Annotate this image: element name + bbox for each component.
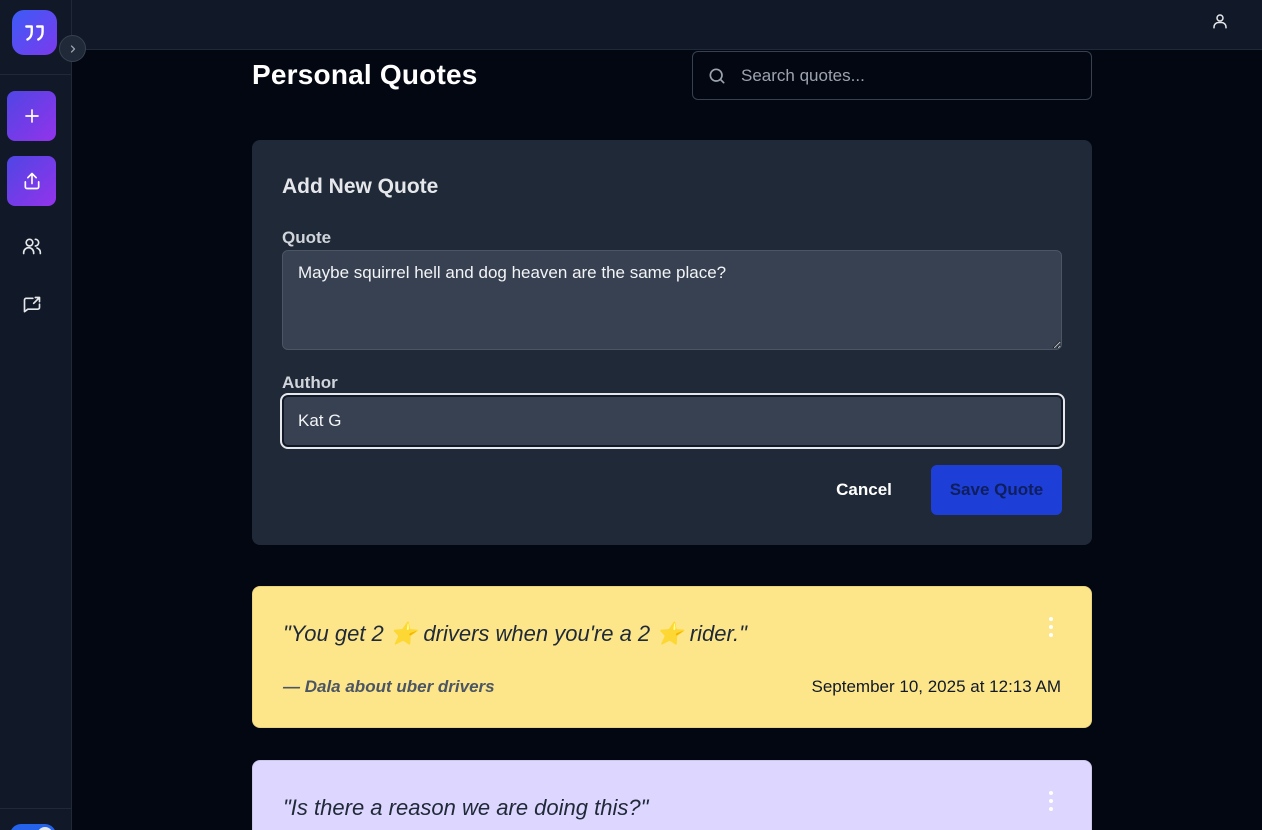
quote-date: September 10, 2025 at 12:13 AM [811, 677, 1061, 696]
author-input[interactable] [280, 393, 1065, 449]
upload-icon [24, 172, 40, 190]
kebab-dot [1049, 625, 1053, 629]
quote-text: "Is there a reason we are doing this?" [283, 795, 649, 820]
page-title: Personal Quotes [252, 59, 478, 90]
app-logo[interactable] [12, 10, 57, 55]
theme-toggle[interactable] [10, 824, 56, 830]
search-box [692, 51, 1092, 100]
sidebar-divider [0, 74, 72, 75]
more-options-button[interactable] [1043, 617, 1059, 637]
quote-label: Quote [282, 228, 332, 247]
save-quote-button[interactable]: Save Quote [931, 465, 1062, 515]
search-icon [709, 68, 725, 84]
form-title: Add New Quote [282, 175, 439, 198]
kebab-dot [1049, 617, 1053, 621]
plus-icon [24, 109, 39, 123]
user-icon [1213, 14, 1227, 29]
export-chat-button[interactable] [16, 289, 48, 321]
kebab-dot [1049, 807, 1053, 811]
quote-author: — Dala about uber drivers [283, 677, 495, 696]
quote-textarea[interactable] [282, 250, 1062, 350]
sidebar [0, 0, 72, 830]
sidebar-bottom-divider [0, 808, 72, 809]
add-quote-form: Add New Quote Quote Author Cancel Save Q… [252, 140, 1092, 545]
more-options-button[interactable] [1043, 791, 1059, 811]
message-share-icon [23, 296, 41, 313]
quote-marks-icon [24, 24, 44, 41]
kebab-dot [1049, 791, 1053, 795]
kebab-dot [1049, 633, 1053, 637]
kebab-dot [1049, 799, 1053, 803]
quote-text: "You get 2 ⭐ drivers when you're a 2 ⭐ r… [283, 621, 747, 646]
author-label: Author [282, 373, 338, 392]
search-input[interactable] [741, 52, 1081, 99]
quote-card: "You get 2 ⭐ drivers when you're a 2 ⭐ r… [252, 586, 1092, 728]
top-bar [72, 0, 1262, 50]
users-icon [22, 238, 42, 255]
cancel-button[interactable]: Cancel [820, 465, 908, 515]
user-menu-button[interactable] [1208, 9, 1232, 33]
add-quote-button[interactable] [7, 91, 56, 141]
people-button[interactable] [16, 230, 48, 262]
sidebar-collapse-button[interactable] [59, 35, 86, 62]
share-button[interactable] [7, 156, 56, 206]
quote-card: "Is there a reason we are doing this?" [252, 760, 1092, 830]
chevron-right-icon [70, 44, 75, 53]
